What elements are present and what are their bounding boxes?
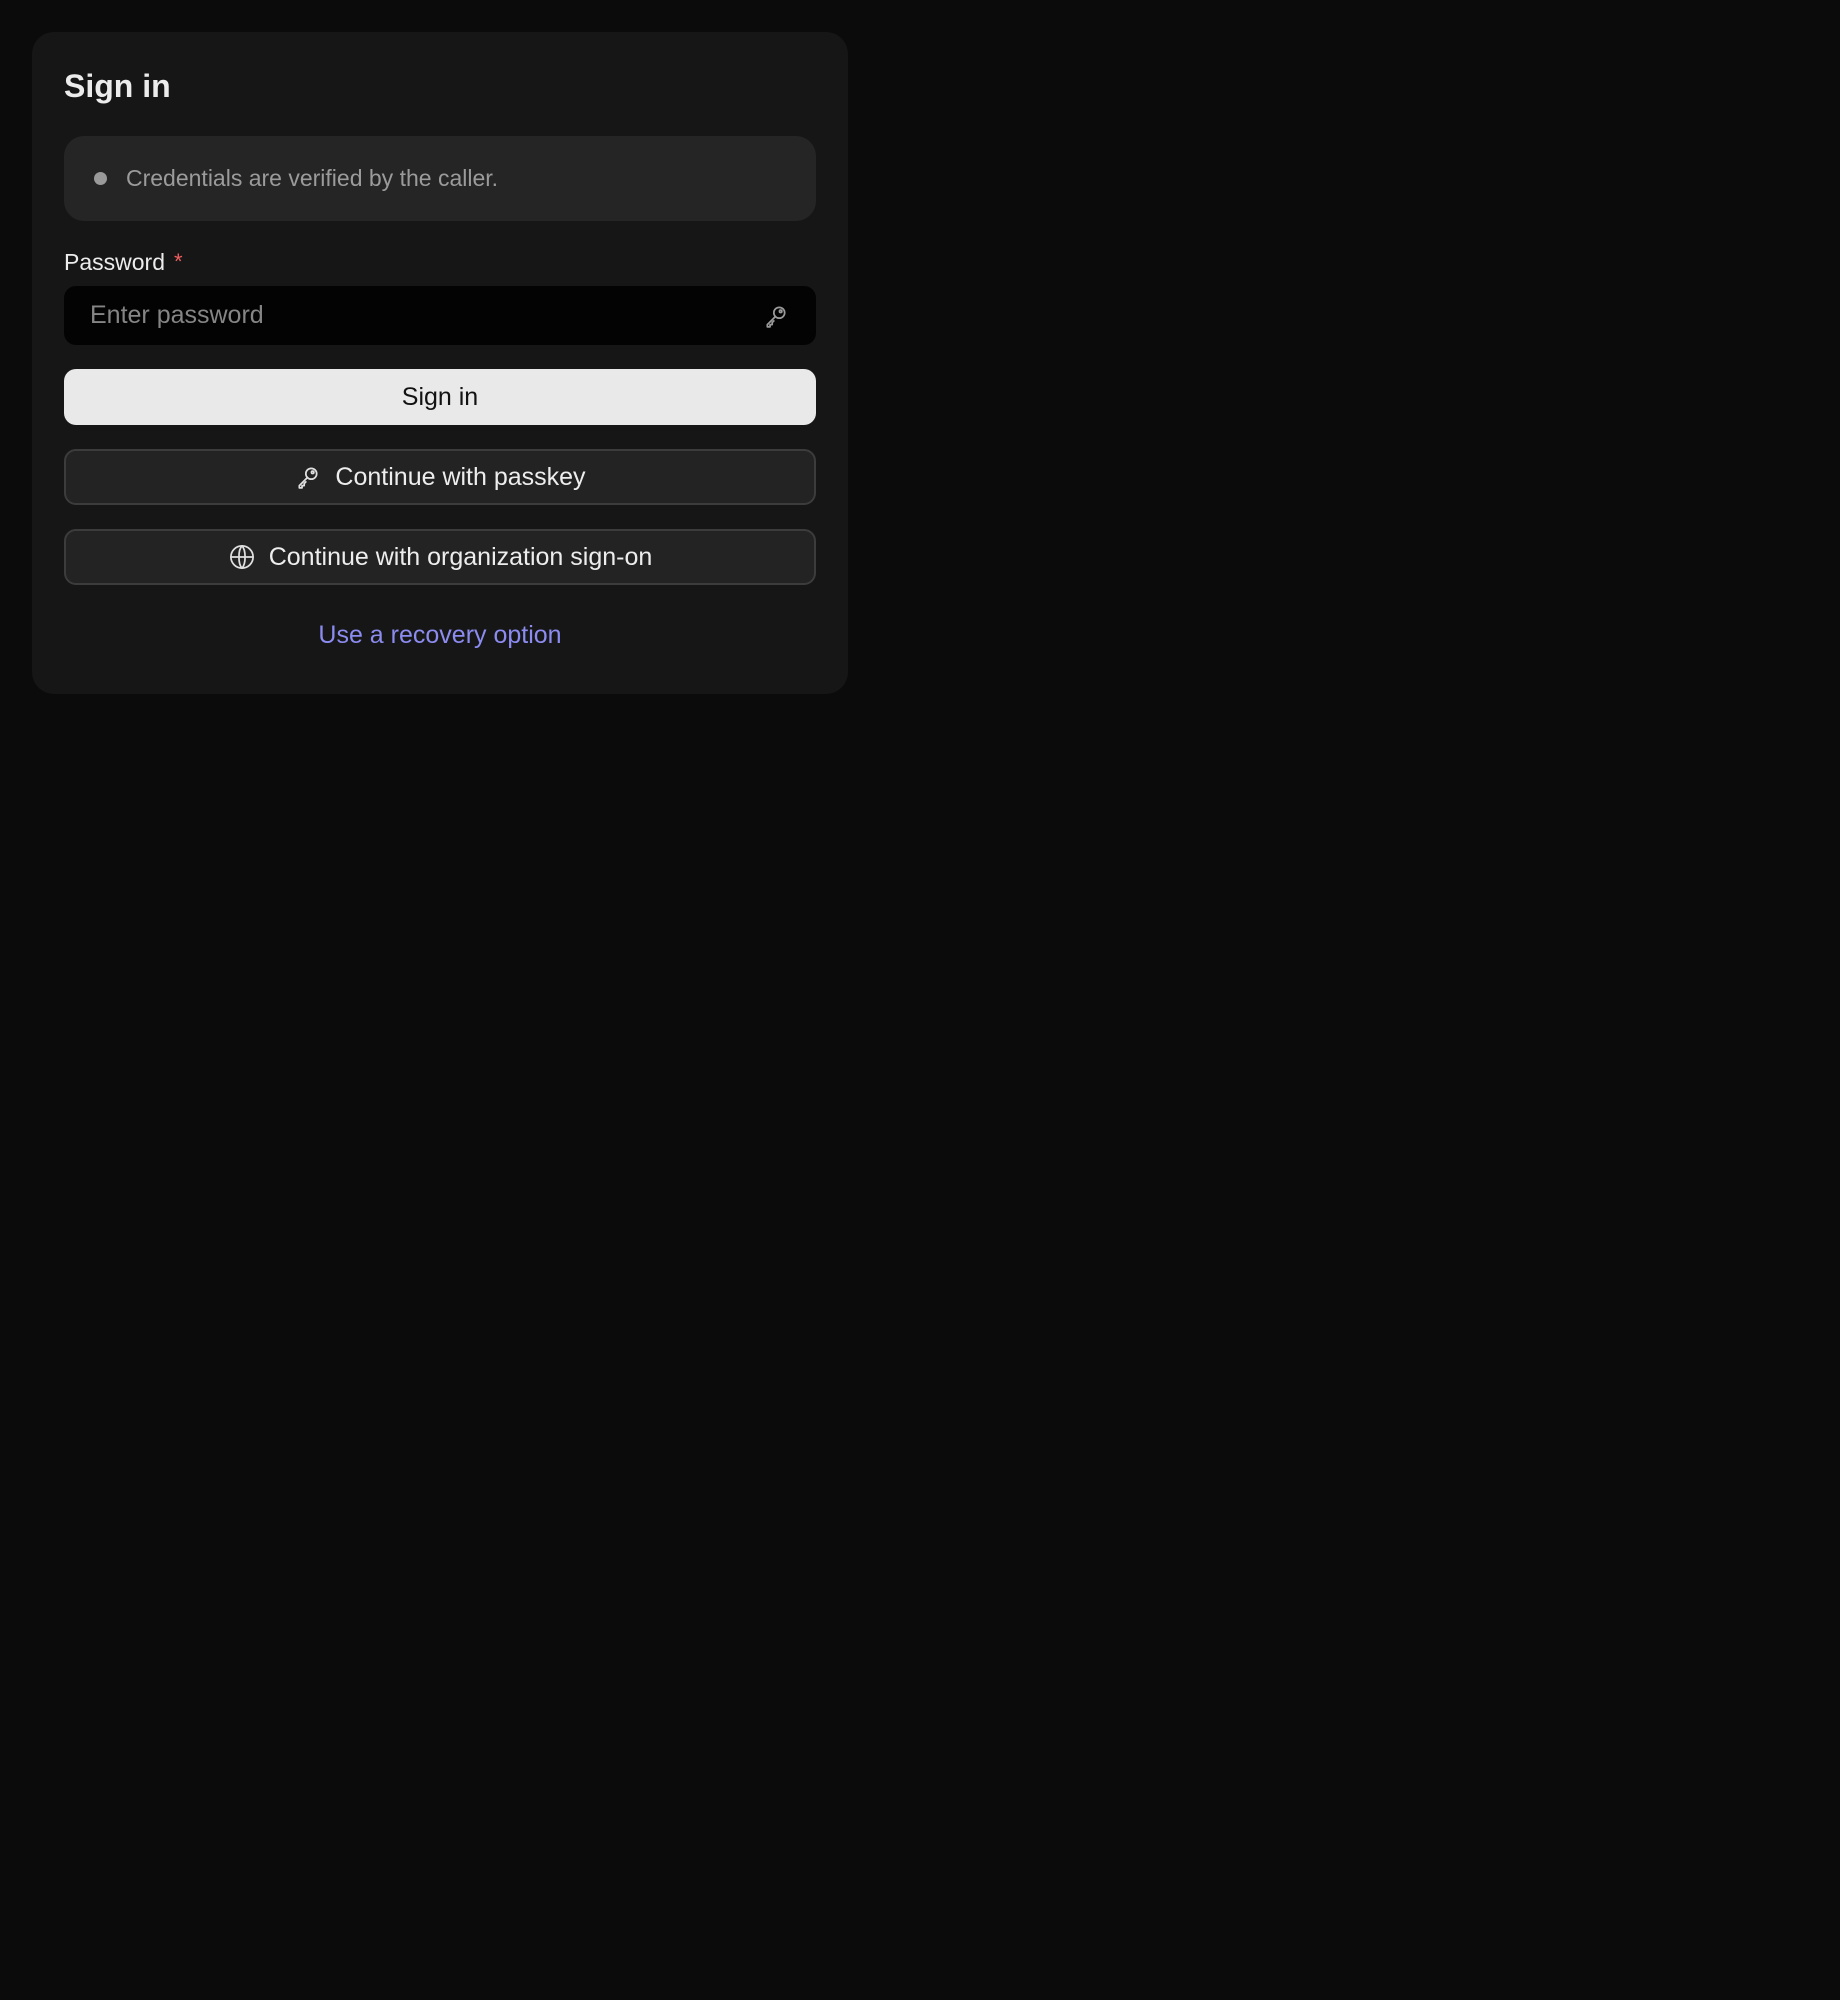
notice-text: Credentials are verified by the caller. <box>126 165 499 191</box>
sign-in-card: Sign in Credentials are verified by the … <box>32 32 848 694</box>
sign-in-button-label: Sign in <box>401 382 479 411</box>
password-input[interactable] <box>90 301 762 330</box>
bullet-dot-icon <box>94 172 107 185</box>
passkey-button[interactable]: Continue with passkey <box>64 449 816 505</box>
recovery-option-link[interactable]: Use a recovery option <box>64 621 816 650</box>
password-label-text: Password <box>64 248 165 275</box>
info-notice: Credentials are verified by the caller. <box>64 136 816 221</box>
password-label: Password * <box>64 247 816 277</box>
globe-icon <box>228 543 256 571</box>
required-mark: * <box>173 249 183 274</box>
passkey-button-label: Continue with passkey <box>335 462 586 491</box>
organization-sign-on-button[interactable]: Continue with organization sign-on <box>64 529 816 585</box>
key-icon[interactable] <box>762 302 790 330</box>
password-field[interactable] <box>64 286 816 345</box>
page-title: Sign in <box>64 68 171 104</box>
key-icon <box>294 463 322 491</box>
sign-in-button[interactable]: Sign in <box>64 369 816 425</box>
organization-sign-on-label: Continue with organization sign-on <box>268 542 653 571</box>
